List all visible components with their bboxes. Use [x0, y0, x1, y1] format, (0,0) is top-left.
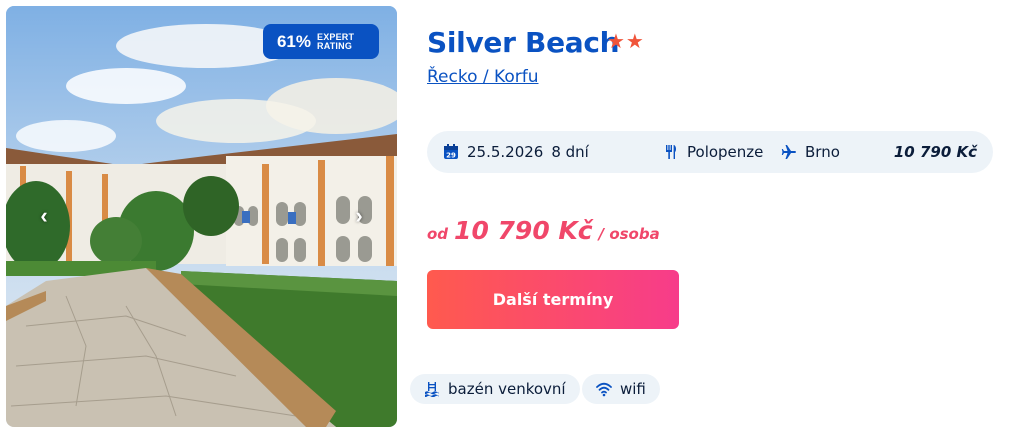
trip-date-value: 25.5.2026: [467, 143, 544, 161]
hotel-stars: ★★: [607, 31, 645, 53]
amenity-label: bazén venkovní: [448, 380, 566, 398]
hotel-name-link[interactable]: Silver Beach: [427, 26, 620, 59]
hotel-photo-image: [6, 6, 397, 427]
cutlery-icon: [666, 145, 677, 159]
trip-date: 29 25.5.2026 8 dní: [443, 131, 589, 173]
chevron-right-icon: ›: [355, 203, 363, 228]
price-from-label: od: [427, 225, 449, 243]
plane-icon: [781, 145, 796, 159]
trip-price: 10 790 Kč: [893, 143, 977, 161]
hotel-location-link[interactable]: Řecko / Korfu: [427, 67, 538, 87]
hotel-photo[interactable]: 61% EXPERT RATING ‹ ›: [6, 6, 397, 427]
trip-duration-value: 8 dní: [551, 143, 589, 161]
amenity-tag-wifi: wifi: [582, 374, 660, 404]
price-per-person: od 10 790 Kč / osoba: [427, 216, 660, 245]
gallery-prev-button[interactable]: ‹: [32, 203, 56, 228]
trip-info-bar[interactable]: 29 25.5.2026 8 dní Polopenze Brno 10 790…: [427, 131, 993, 173]
more-dates-button[interactable]: Další termíny: [427, 270, 679, 329]
rating-label-line2: RATING: [317, 40, 353, 51]
price-per-label: / osoba: [598, 225, 660, 243]
gallery-next-button[interactable]: ›: [347, 203, 371, 228]
price-amount: 10 790 Kč: [454, 216, 593, 245]
calendar-icon: 29: [444, 144, 458, 160]
amenity-tag-pool: bazén venkovní: [410, 374, 580, 404]
trip-departure-value: Brno: [805, 143, 840, 161]
trip-board-value: Polopenze: [687, 143, 764, 161]
chevron-left-icon: ‹: [40, 203, 48, 228]
pool-icon: [425, 382, 439, 397]
rating-percent: 61%: [276, 31, 311, 51]
wifi-icon: [596, 382, 612, 397]
amenity-label: wifi: [620, 380, 646, 398]
rating-label: EXPERT RATING: [317, 32, 365, 51]
svg-text:29: 29: [446, 152, 456, 160]
trip-departure: Brno: [781, 131, 840, 173]
trip-board: Polopenze: [663, 131, 763, 173]
expert-rating-badge: 61% EXPERT RATING: [262, 24, 379, 59]
